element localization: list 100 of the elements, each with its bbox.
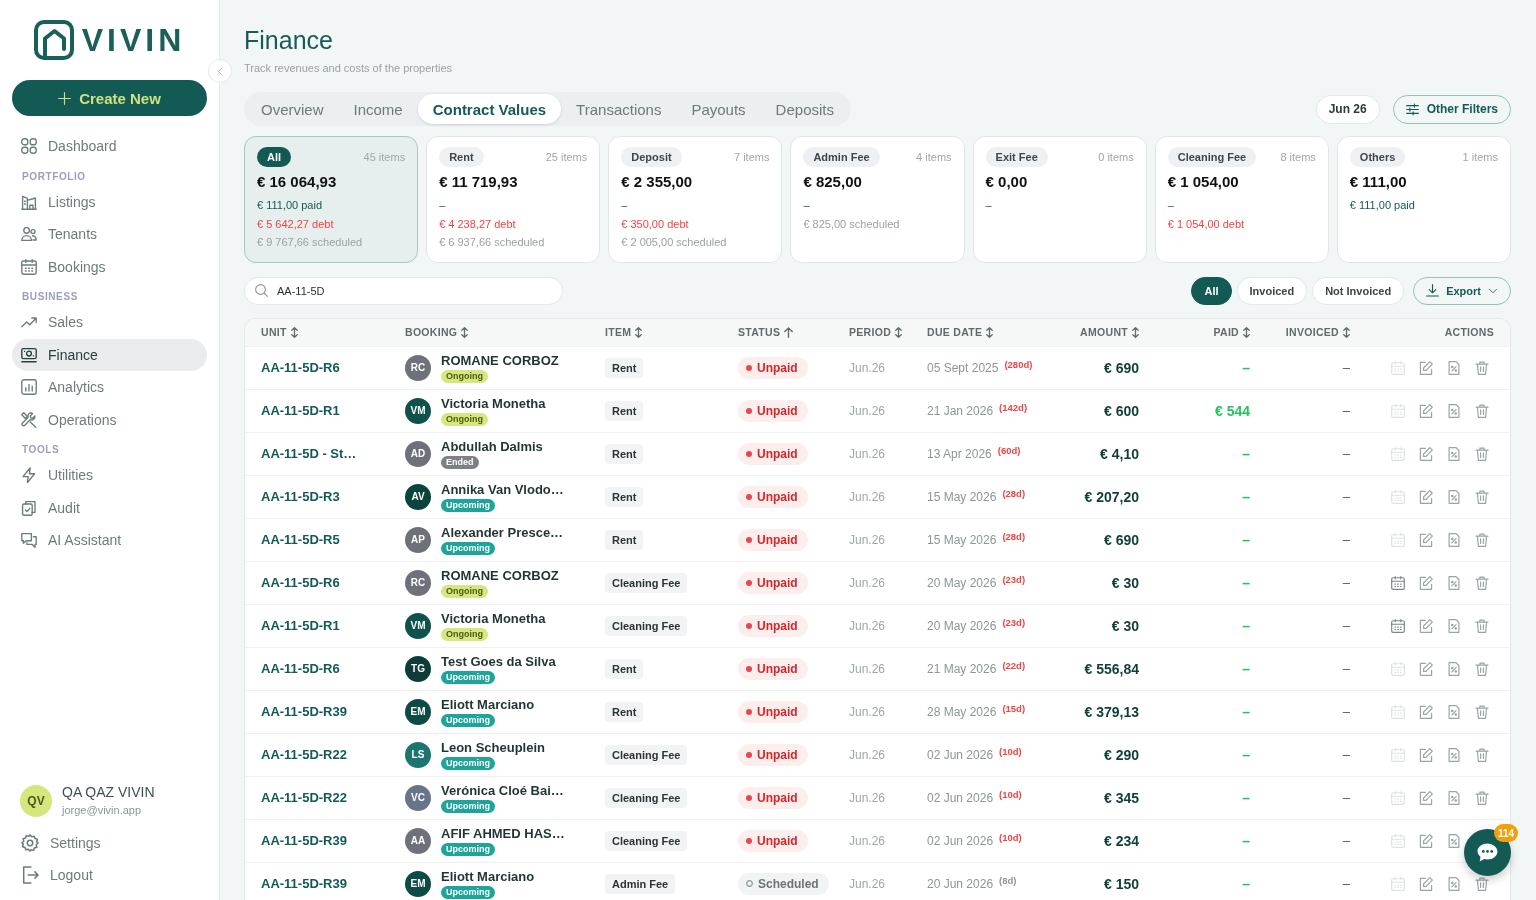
document-percent-icon[interactable] [1447,446,1461,461]
tab[interactable]: Overview [246,94,339,124]
trash-icon[interactable] [1475,360,1489,375]
amount-value: € 150 [1103,875,1139,892]
summary-card[interactable]: Others 1 items € 111,00 € 111,00 paid [1336,136,1511,263]
section-label: TOOLS [22,443,60,457]
tab[interactable]: Transactions [561,94,677,124]
document-percent-icon[interactable] [1447,876,1461,891]
booking-name: Eliott Marciano [441,868,535,885]
arrow-up-icon[interactable] [784,326,794,338]
summary-card[interactable]: Admin Fee 4 items € 825,00 – € 825,00 scheduled [790,136,965,263]
document-percent-icon[interactable] [1447,618,1461,633]
booking-name: AFIF AHMED HAS… [441,825,565,842]
summary-card[interactable]: Cleaning Fee 8 items € 1 054,00 – € 1 054,00 debt [1154,136,1329,263]
document-percent-icon[interactable] [1447,489,1461,504]
sort-icon[interactable] [461,326,469,338]
document-percent-icon[interactable] [1447,403,1461,418]
edit-icon[interactable] [1419,833,1433,848]
nav-item[interactable]: Operations [12,403,207,436]
filter-chip[interactable]: Invoiced [1236,276,1308,305]
booking-status-badge: Upcoming [441,541,495,555]
calendar-icon[interactable] [1391,618,1405,633]
nav-item[interactable]: Finance [12,338,207,371]
avatar: EM [405,698,431,725]
edit-icon[interactable] [1419,790,1433,805]
create-new-button[interactable]: Create New [12,80,207,116]
user-avatar: QV [20,784,52,817]
nav-item[interactable]: Tenants [12,218,207,251]
trash-icon[interactable] [1475,661,1489,676]
document-percent-icon[interactable] [1447,790,1461,805]
document-percent-icon[interactable] [1447,575,1461,590]
sort-icon[interactable] [1243,326,1250,338]
edit-icon[interactable] [1419,360,1433,375]
sort-icon[interactable] [635,326,643,338]
summary-card[interactable]: Exit Fee 0 items € 0,00 – [972,136,1147,263]
item-tag: Cleaning Fee [605,830,688,851]
search-field[interactable]: AA-11-5D [244,276,563,305]
tab[interactable]: Payouts [676,94,761,124]
trash-icon[interactable] [1475,876,1489,891]
nav-item[interactable]: Utilities [12,459,207,492]
nav-item[interactable]: Dashboard [12,130,207,163]
nav-item[interactable]: Bookings [12,250,207,283]
summary-card[interactable]: Deposit 7 items € 2 355,00 – € 350,00 debt € 2 005,00 scheduled [608,136,783,263]
document-percent-icon[interactable] [1447,833,1461,848]
nav-item[interactable]: Settings [12,827,207,859]
trash-icon[interactable] [1475,704,1489,719]
edit-icon[interactable] [1419,575,1433,590]
trash-icon[interactable] [1475,489,1489,504]
trash-icon[interactable] [1475,575,1489,590]
tab[interactable]: Deposits [760,94,849,124]
sort-icon[interactable] [895,326,903,338]
edit-icon[interactable] [1419,661,1433,676]
period-label: Jun.26 [849,446,886,461]
period-label: Jun.26 [849,661,886,676]
document-percent-icon[interactable] [1447,747,1461,762]
edit-icon[interactable] [1419,489,1433,504]
invoiced-value: – [1342,618,1350,633]
nav-item[interactable]: Listings [12,185,207,218]
document-percent-icon[interactable] [1447,661,1461,676]
summary-line: – [985,198,992,213]
calendar-icon[interactable] [1391,575,1405,590]
date-filter-button[interactable]: Jun 26 [1315,94,1380,124]
column-header: ITEM [605,326,632,338]
edit-icon[interactable] [1419,532,1433,547]
period-label: Jun.26 [849,618,886,633]
summary-card[interactable]: All 45 items € 16 064,93 € 111,00 paid € 5 642,27 debt € 9 767,66 scheduled [244,136,419,263]
trash-icon[interactable] [1475,790,1489,805]
document-percent-icon[interactable] [1447,532,1461,547]
nav-item[interactable]: Sales [12,306,207,339]
tab[interactable]: Income [338,94,418,124]
trash-icon[interactable] [1475,532,1489,547]
filter-chip[interactable]: Not Invoiced [1312,276,1405,305]
document-percent-icon[interactable] [1447,360,1461,375]
document-percent-icon[interactable] [1447,704,1461,719]
card-amount: € 1 054,00 [1167,173,1239,191]
payment-status-label: Unpaid [757,790,798,805]
nav-item[interactable]: Logout [12,859,207,891]
nav-item[interactable]: Audit [12,491,207,524]
summary-card[interactable]: Rent 25 items € 11 719,93 – € 4 238,27 debt € 6 937,66 scheduled [426,136,601,263]
edit-icon[interactable] [1419,446,1433,461]
sort-icon[interactable] [290,326,298,338]
edit-icon[interactable] [1419,403,1433,418]
nav-item[interactable]: Analytics [12,371,207,404]
edit-icon[interactable] [1419,704,1433,719]
trash-icon[interactable] [1475,747,1489,762]
sort-icon[interactable] [1343,326,1350,338]
item-tag: Rent [605,486,644,507]
category-pill: Exit Fee [985,147,1048,167]
sort-icon[interactable] [986,326,994,338]
edit-icon[interactable] [1419,618,1433,633]
nav-item[interactable]: AI Assistant [12,524,207,557]
trash-icon[interactable] [1475,403,1489,418]
edit-icon[interactable] [1419,747,1433,762]
tab[interactable]: Contract Values [417,94,562,124]
sort-icon[interactable] [1132,326,1139,338]
edit-icon[interactable] [1419,876,1433,891]
trash-icon[interactable] [1475,446,1489,461]
filter-chip[interactable]: All [1191,276,1232,305]
trash-icon[interactable] [1475,618,1489,633]
amount-value: € 30 [1111,574,1139,591]
